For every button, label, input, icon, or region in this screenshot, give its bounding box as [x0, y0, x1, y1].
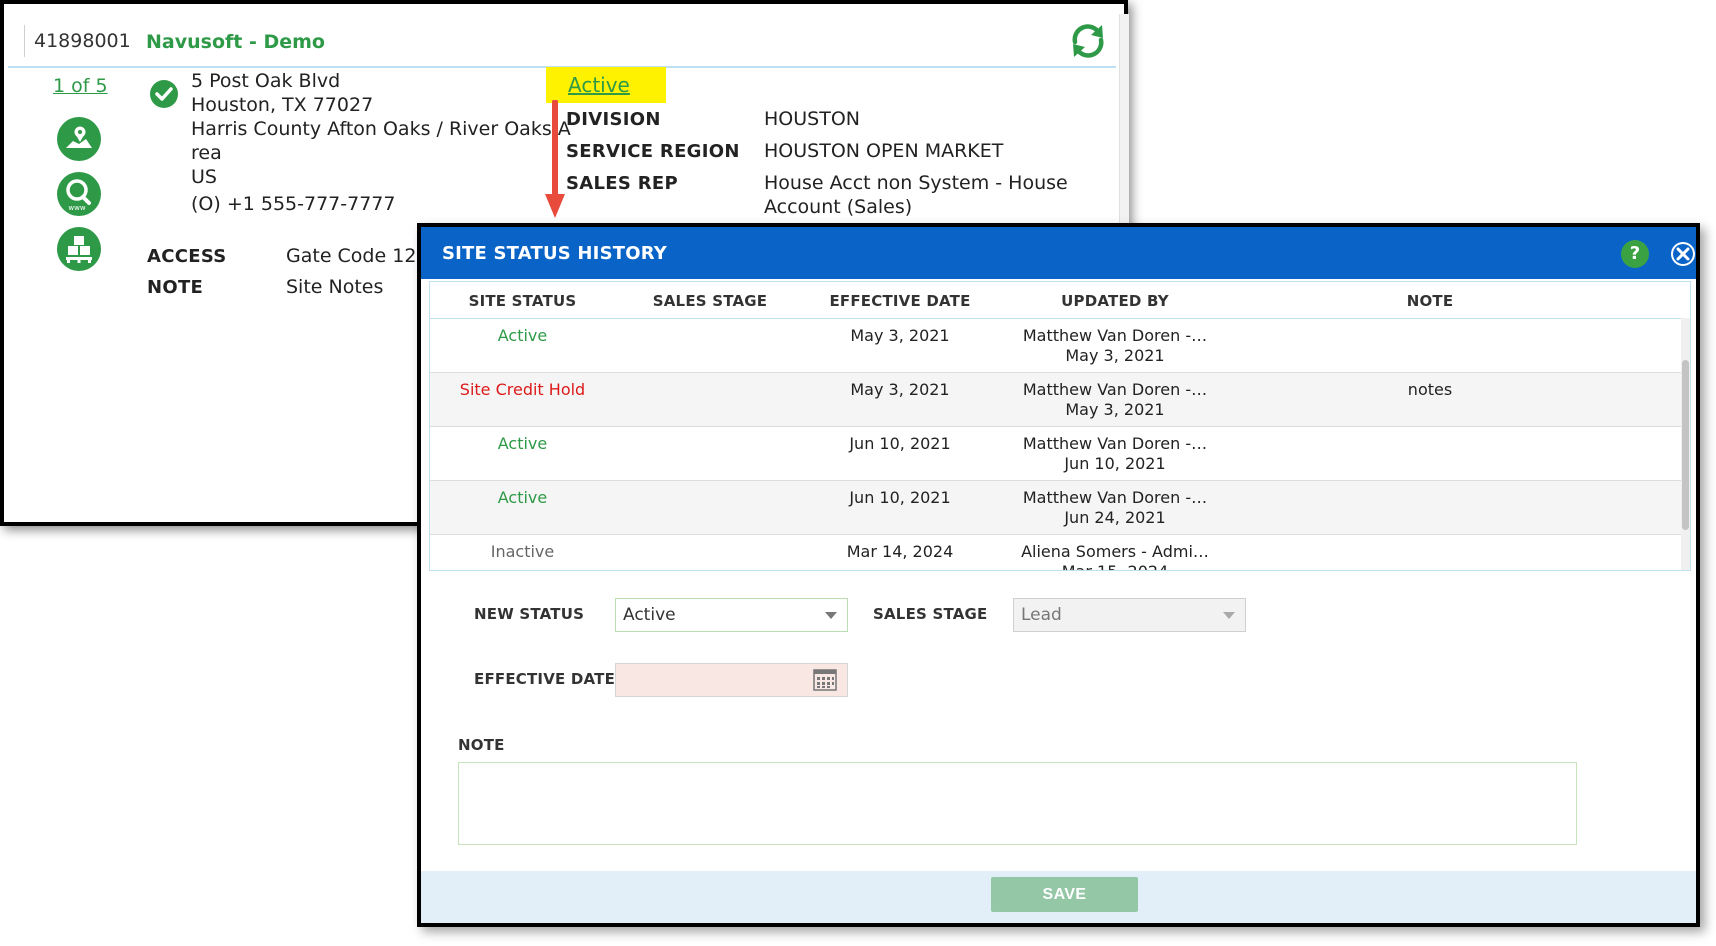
site-pager-link[interactable]: 1 of 5 [53, 75, 108, 97]
table-row[interactable]: Active Jun 10, 2021 Matthew Van Doren -…… [430, 427, 1683, 481]
header-divider [24, 25, 25, 57]
row-updated-on: May 3, 2021 [1065, 400, 1165, 419]
row-effective-date: Jun 10, 2021 [849, 434, 951, 453]
save-button[interactable]: SAVE [991, 877, 1138, 912]
chevron-down-icon [1223, 612, 1235, 619]
row-updated-by-user: Matthew Van Doren -… [1022, 434, 1208, 453]
note-textarea[interactable] [458, 762, 1577, 845]
map-icon[interactable] [57, 117, 101, 161]
site-status-history-modal: SITE STATUS HISTORY ? SITE STATUS SALES … [417, 223, 1700, 927]
sales-rep-label: SALES REP [566, 173, 678, 194]
sales-rep-value: House Acct non System - House [764, 172, 1068, 194]
col-note[interactable]: NOTE [1265, 292, 1595, 310]
modal-title: SITE STATUS HISTORY [442, 243, 668, 264]
row-updated-on: Jun 10, 2021 [1064, 454, 1166, 473]
address-country: US [191, 166, 217, 188]
grid-scrollbar-thumb[interactable] [1682, 360, 1689, 530]
note-value: Site Notes [286, 276, 384, 298]
modal-header: SITE STATUS HISTORY ? [421, 227, 1696, 279]
row-effective-date: May 3, 2021 [850, 326, 950, 345]
grid-scrollbar[interactable] [1681, 318, 1690, 570]
row-updated-by-user: Matthew Van Doren -… [1022, 488, 1208, 507]
access-label: ACCESS [147, 246, 227, 267]
row-effective-date: Jun 10, 2021 [849, 488, 951, 507]
col-sales-stage[interactable]: SALES STAGE [625, 292, 795, 310]
address-line-2: Houston, TX 77027 [191, 94, 374, 116]
modal-footer: SAVE [421, 871, 1696, 923]
service-region-value: HOUSTON OPEN MARKET [764, 140, 1004, 162]
grid-header: SITE STATUS SALES STAGE EFFECTIVE DATE U… [430, 282, 1690, 319]
col-site-status[interactable]: SITE STATUS [440, 292, 605, 310]
web-search-icon[interactable]: www [57, 172, 101, 216]
row-updated-by: Matthew Van Doren -… May 3, 2021 [985, 380, 1245, 420]
address-line-1: 5 Post Oak Blvd [191, 70, 341, 92]
row-effective-date: Mar 14, 2024 [846, 542, 954, 561]
service-region-label: SERVICE REGION [566, 141, 740, 162]
site-phone: (O) +1 555-777-7777 [191, 193, 396, 215]
new-status-select[interactable]: Active [615, 598, 848, 632]
note-field-label: NOTE [458, 736, 505, 754]
note-label: NOTE [147, 277, 204, 298]
row-updated-by-user: Matthew Van Doren -… [1022, 326, 1208, 345]
row-updated-by: Matthew Van Doren -… Jun 10, 2021 [985, 434, 1245, 474]
row-note: notes [1407, 380, 1453, 399]
sales-rep-value-line2: Account (Sales) [764, 196, 913, 218]
status-history-grid: SITE STATUS SALES STAGE EFFECTIVE DATE U… [429, 281, 1691, 571]
help-button[interactable]: ? [1621, 240, 1649, 268]
address-line-3: Harris County Afton Oaks / River Oaks A [191, 118, 571, 140]
effective-date-label: EFFECTIVE DATE [474, 670, 616, 688]
sales-stage-label: SALES STAGE [873, 605, 988, 623]
row-status: Inactive [490, 542, 555, 561]
division-label: DIVISION [566, 109, 661, 130]
row-updated-by-user: Aliena Somers - Admi… [1021, 542, 1209, 561]
col-updated-by[interactable]: UPDATED BY [985, 292, 1245, 310]
sales-stage-value: Lead [1021, 605, 1062, 625]
site-status-link[interactable]: Active [568, 73, 630, 97]
annotation-arrow [545, 100, 565, 218]
row-updated-by: Matthew Van Doren -… May 3, 2021 [985, 326, 1245, 366]
row-updated-by: Matthew Van Doren -… Jun 24, 2021 [985, 488, 1245, 528]
refresh-icon[interactable] [1067, 20, 1109, 62]
row-effective-date: May 3, 2021 [850, 380, 950, 399]
row-status: Active [497, 326, 548, 345]
col-effective-date[interactable]: EFFECTIVE DATE [815, 292, 985, 310]
division-value: HOUSTON [764, 108, 860, 130]
site-name[interactable]: Navusoft - Demo [146, 31, 325, 53]
row-updated-by-user: Matthew Van Doren -… [1022, 380, 1208, 399]
row-status: Site Credit Hold [459, 380, 586, 399]
status-highlight: Active [546, 67, 666, 103]
svg-text:www: www [68, 204, 85, 212]
new-status-label: NEW STATUS [474, 605, 585, 623]
row-updated-on: May 3, 2021 [1065, 346, 1165, 365]
site-id: 41898001 [34, 30, 131, 52]
table-row[interactable]: Active Jun 10, 2021 Matthew Van Doren -…… [430, 481, 1683, 535]
address-line-4: rea [191, 142, 222, 164]
sales-stage-select: Lead [1013, 598, 1246, 632]
row-status: Active [497, 488, 548, 507]
row-updated-on: Jun 24, 2021 [1064, 508, 1166, 527]
new-status-value: Active [623, 605, 676, 625]
pallet-icon[interactable] [57, 227, 101, 271]
row-status: Active [497, 434, 548, 453]
table-row[interactable]: Inactive Mar 14, 2024 Aliena Somers - Ad… [430, 535, 1683, 570]
check-icon [150, 80, 178, 108]
close-icon[interactable] [1669, 240, 1697, 268]
calendar-icon[interactable] [803, 664, 847, 696]
chevron-down-icon [825, 612, 837, 619]
table-row[interactable]: Active May 3, 2021 Matthew Van Doren -… … [430, 319, 1683, 373]
table-row[interactable]: Site Credit Hold May 3, 2021 Matthew Van… [430, 373, 1683, 427]
row-updated-by: Aliena Somers - Admi… Mar 15, 2024 [985, 542, 1245, 570]
row-updated-on: Mar 15, 2024 [985, 562, 1245, 570]
